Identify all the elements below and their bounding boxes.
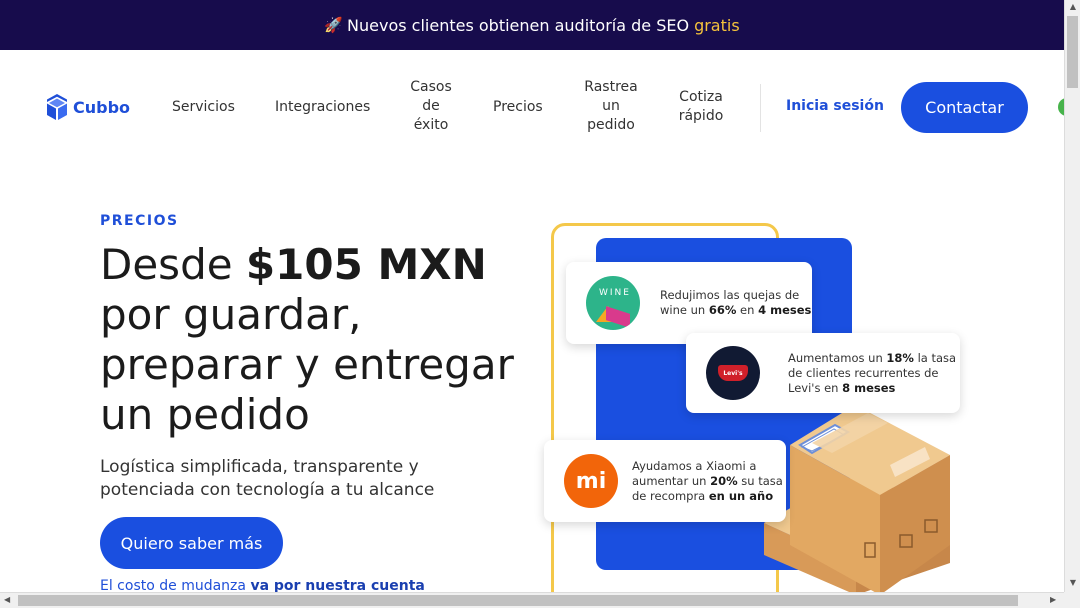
nav-rastrea-line1: Rastrea	[584, 79, 638, 95]
xiaomi-l2c: su tasa	[737, 473, 783, 488]
xiaomi-l3b: en un año	[708, 488, 774, 503]
levis-l3b: 8 meses	[842, 380, 896, 395]
levis-line3: Levi's en 8 meses	[788, 381, 956, 396]
wine-line2: wine un 66% en 4 meses	[660, 303, 811, 318]
hero-headline: Desde $105 MXN por guardar, preparar y e…	[100, 240, 540, 440]
wine-l2a: wine un	[660, 303, 709, 317]
cubbo-logo[interactable]: Cubbo	[46, 93, 130, 121]
scroll-left-icon[interactable]: ◀	[4, 595, 10, 604]
headline-prefix: Desde	[100, 240, 246, 289]
vertical-scrollbar[interactable]: ▲ ▼	[1064, 0, 1080, 592]
case-card-wine: WINE Redujimos las quejas de wine un 66%…	[566, 262, 812, 344]
nav-integraciones[interactable]: Integraciones	[275, 98, 370, 117]
main-nav: Cubbo Servicios Integraciones Casos de é…	[0, 50, 1068, 164]
levis-logo: Levi's	[706, 346, 760, 400]
xiaomi-stat-text: Ayudamos a Xiaomi a aumentar un 20% su t…	[632, 459, 783, 504]
nav-servicios[interactable]: Servicios	[172, 98, 235, 117]
nav-rastrea-pedido[interactable]: Rastrea un pedido	[580, 78, 642, 135]
xiaomi-line3: de recompra en un año	[632, 489, 783, 504]
wine-l2c: en	[736, 303, 759, 317]
nav-divider	[760, 84, 761, 132]
nav-cotiza-line2: rápido	[678, 108, 724, 124]
case-card-levis: Levi's Aumentamos un 18% la tasa de clie…	[686, 333, 960, 413]
wine-stat-text: Redujimos las quejas de wine un 66% en 4…	[660, 288, 811, 318]
nav-cotiza-line1: Cotiza	[679, 89, 723, 105]
headline-rest: por guardar, preparar y entregar un pedi…	[100, 290, 514, 439]
wine-line1: Redujimos las quejas de	[660, 288, 800, 302]
scroll-up-icon[interactable]: ▲	[1068, 2, 1078, 11]
xiaomi-l2b: 20%	[710, 473, 738, 488]
nav-casos-de-exito[interactable]: Casos de éxito	[404, 78, 458, 135]
case-card-xiaomi: mi Ayudamos a Xiaomi a aumentar un 20% s…	[544, 440, 786, 522]
nav-casos-line3: éxito	[413, 117, 449, 133]
levis-l1a: Aumentamos un	[788, 350, 887, 365]
levis-line2: de clientes recurrentes de	[788, 365, 939, 380]
nav-cotiza-rapido[interactable]: Cotiza rápido	[674, 88, 728, 126]
levis-l3a: Levi's en	[788, 380, 843, 395]
horizontal-scroll-thumb[interactable]	[18, 595, 1018, 606]
hero-subhead: Logística simplificada, transparente y p…	[100, 457, 435, 500]
xiaomi-logo: mi	[564, 454, 618, 508]
learn-more-button[interactable]: Quiero saber más	[100, 517, 283, 569]
horizontal-scrollbar[interactable]: ◀ ▶	[0, 592, 1064, 608]
xiaomi-l2a: aumentar un	[632, 473, 711, 488]
wine-shape-pink	[606, 306, 630, 328]
login-link[interactable]: Inicia sesión	[786, 98, 884, 114]
nav-casos-line1: Casos	[410, 79, 452, 95]
nav-rastrea-line2: un	[602, 98, 620, 114]
nav-casos-line2: de	[422, 98, 440, 114]
rocket-icon: 🚀	[324, 16, 344, 34]
cube-logo-icon	[47, 94, 67, 120]
levis-batwing: Levi's	[718, 365, 748, 381]
banner-text: Nuevos clientes obtienen auditoría de SE…	[347, 15, 690, 35]
xiaomi-line1: Ayudamos a Xiaomi a	[632, 458, 757, 473]
scrollbar-corner	[1064, 592, 1080, 608]
scroll-down-icon[interactable]: ▼	[1068, 578, 1078, 587]
wine-l2b: 66%	[708, 303, 737, 317]
wine-l2d: 4 meses	[758, 303, 812, 317]
nav-rastrea-line3: pedido	[587, 117, 635, 133]
contact-button[interactable]: Contactar	[901, 82, 1028, 133]
xiaomi-line2: aumentar un 20% su tasa	[632, 474, 783, 489]
levis-l1c: la tasa	[913, 350, 957, 365]
headline-price: $105 MXN	[245, 240, 487, 289]
wine-logo-text: WINE	[599, 288, 631, 298]
promo-banner[interactable]: 🚀 Nuevos clientes obtienen auditoría de …	[0, 0, 1064, 50]
levis-l1b: 18%	[886, 350, 914, 365]
xiaomi-logo-text: mi	[575, 468, 607, 494]
nav-precios[interactable]: Precios	[493, 98, 543, 117]
vertical-scroll-thumb[interactable]	[1067, 16, 1078, 88]
scroll-right-icon[interactable]: ▶	[1050, 595, 1056, 604]
levis-line1: Aumentamos un 18% la tasa	[788, 351, 956, 366]
banner-highlight: gratis	[694, 15, 740, 35]
logo-text: Cubbo	[73, 97, 131, 117]
xiaomi-l3a: de recompra	[632, 488, 709, 503]
section-eyebrow: PRECIOS	[100, 213, 179, 229]
wine-logo: WINE	[586, 276, 640, 330]
shipping-box-illustration	[764, 405, 950, 595]
levis-stat-text: Aumentamos un 18% la tasa de clientes re…	[788, 351, 956, 396]
